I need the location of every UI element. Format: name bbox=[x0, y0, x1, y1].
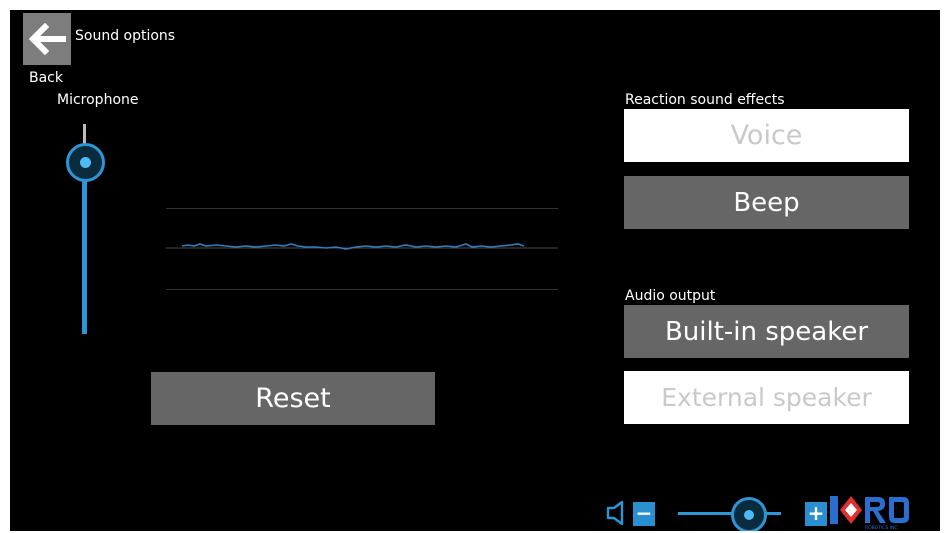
company-logo: ROBOTICS INC. bbox=[830, 496, 909, 530]
sound-options-screen: Sound options Back Microphone Reset Reac… bbox=[10, 10, 940, 531]
microphone-slider-thumb[interactable] bbox=[66, 143, 105, 182]
reaction-sound-effects-label: Reaction sound effects bbox=[625, 92, 785, 108]
minus-icon: − bbox=[635, 501, 653, 525]
microphone-slider[interactable] bbox=[58, 120, 110, 350]
microphone-label: Microphone bbox=[57, 92, 139, 108]
volume-up-button[interactable]: + bbox=[805, 502, 827, 526]
audio-waveform bbox=[166, 205, 558, 295]
speaker-icon bbox=[606, 500, 624, 526]
volume-down-button[interactable]: − bbox=[633, 502, 655, 526]
svg-text:ROBOTICS INC.: ROBOTICS INC. bbox=[865, 525, 899, 530]
beep-option-button[interactable]: Beep bbox=[624, 176, 909, 229]
audio-output-label: Audio output bbox=[625, 288, 716, 304]
microphone-slider-fill bbox=[82, 170, 87, 334]
volume-control: − + ROBOTICS INC. bbox=[605, 493, 940, 531]
reset-button[interactable]: Reset bbox=[151, 372, 435, 425]
back-arrow-icon bbox=[28, 23, 66, 55]
back-button[interactable] bbox=[23, 13, 71, 65]
external-speaker-button[interactable]: External speaker bbox=[624, 371, 909, 424]
page-title: Sound options bbox=[75, 28, 176, 44]
voice-option-button[interactable]: Voice bbox=[624, 109, 909, 162]
back-label: Back bbox=[29, 70, 63, 86]
plus-icon: + bbox=[807, 501, 825, 525]
slider-thumb-dot bbox=[744, 510, 754, 520]
built-in-speaker-button[interactable]: Built-in speaker bbox=[624, 305, 909, 358]
waveform-line bbox=[166, 243, 558, 250]
volume-slider-thumb[interactable] bbox=[731, 497, 767, 531]
slider-thumb-dot bbox=[80, 157, 91, 168]
